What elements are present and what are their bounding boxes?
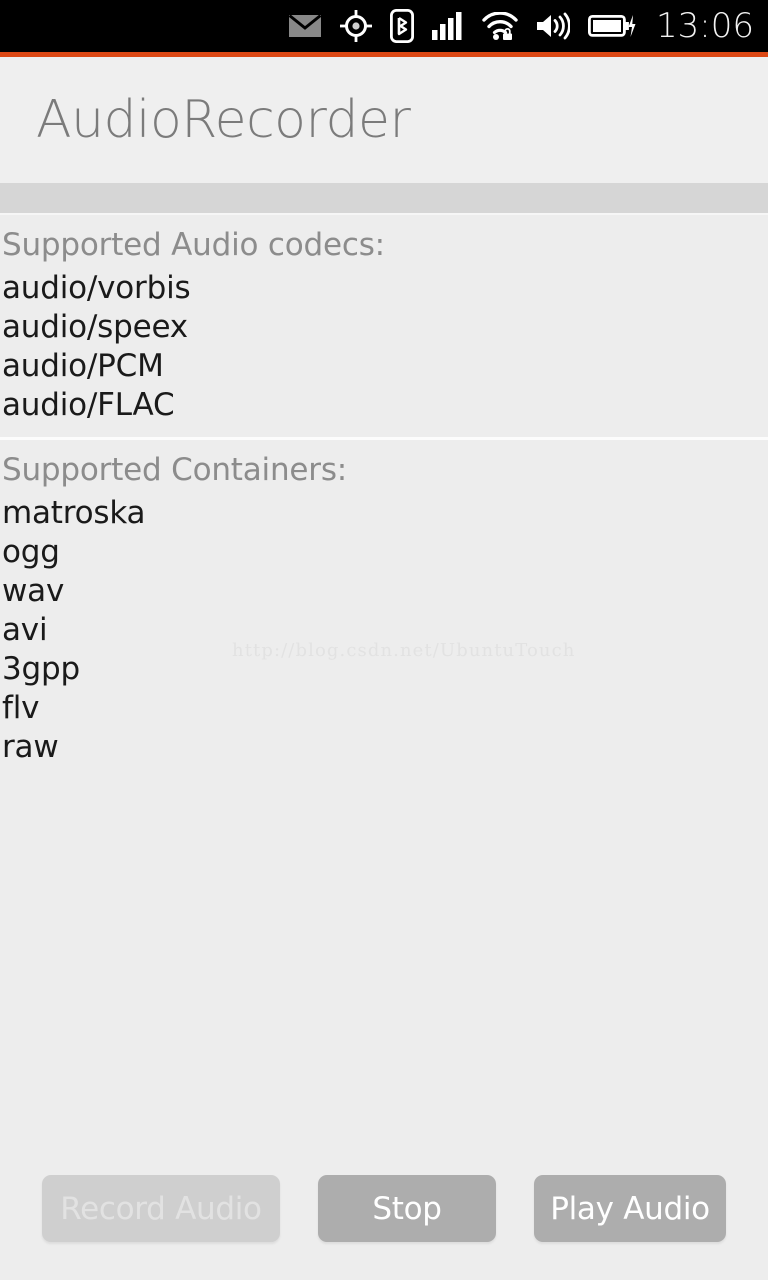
list-item: audio/speex [2,309,188,345]
phone-screen: 13:06 AudioRecorder Supported Audio code… [0,0,768,1280]
list-item: raw [2,729,59,765]
watermark-text: http://blog.csdn.net/UbuntuTouch [232,640,576,661]
list-item: matroska [2,495,146,531]
app-header: AudioRecorder [0,57,768,183]
container-list: matroska ogg wav avi 3gpp flv raw [0,494,768,767]
status-bar: 13:06 [0,0,768,52]
page-title: AudioRecorder [36,90,411,150]
record-audio-button[interactable]: Record Audio [42,1175,280,1242]
status-bar-icons [288,9,636,43]
header-divider-band [0,183,768,215]
cellular-signal-icon[interactable] [432,12,464,40]
list-item: audio/FLAC [2,387,175,423]
list-item: audio/PCM [2,348,164,384]
mail-icon[interactable] [288,13,322,39]
button-bar: Record Audio Stop Play Audio [0,1175,768,1242]
wifi-icon[interactable] [482,12,518,40]
section-containers: Supported Containers: matroska ogg wav a… [0,440,768,767]
volume-icon[interactable] [536,12,571,40]
stop-button[interactable]: Stop [318,1175,496,1242]
battery-icon[interactable] [588,13,636,39]
main-content: Supported Audio codecs: audio/vorbis aud… [0,215,768,1155]
section-title-containers: Supported Containers: [2,452,348,488]
list-item: flv [2,690,40,726]
list-item: ogg [2,534,60,570]
status-bar-clock: 13:06 [656,6,754,46]
codec-list: audio/vorbis audio/speex audio/PCM audio… [0,269,768,425]
list-item: audio/vorbis [2,270,191,306]
bluetooth-icon[interactable] [390,9,415,43]
section-title-codecs: Supported Audio codecs: [2,227,385,263]
play-audio-button[interactable]: Play Audio [534,1175,726,1242]
location-icon[interactable] [340,10,373,42]
list-item: wav [2,573,65,609]
section-audio-codecs: Supported Audio codecs: audio/vorbis aud… [0,215,768,440]
